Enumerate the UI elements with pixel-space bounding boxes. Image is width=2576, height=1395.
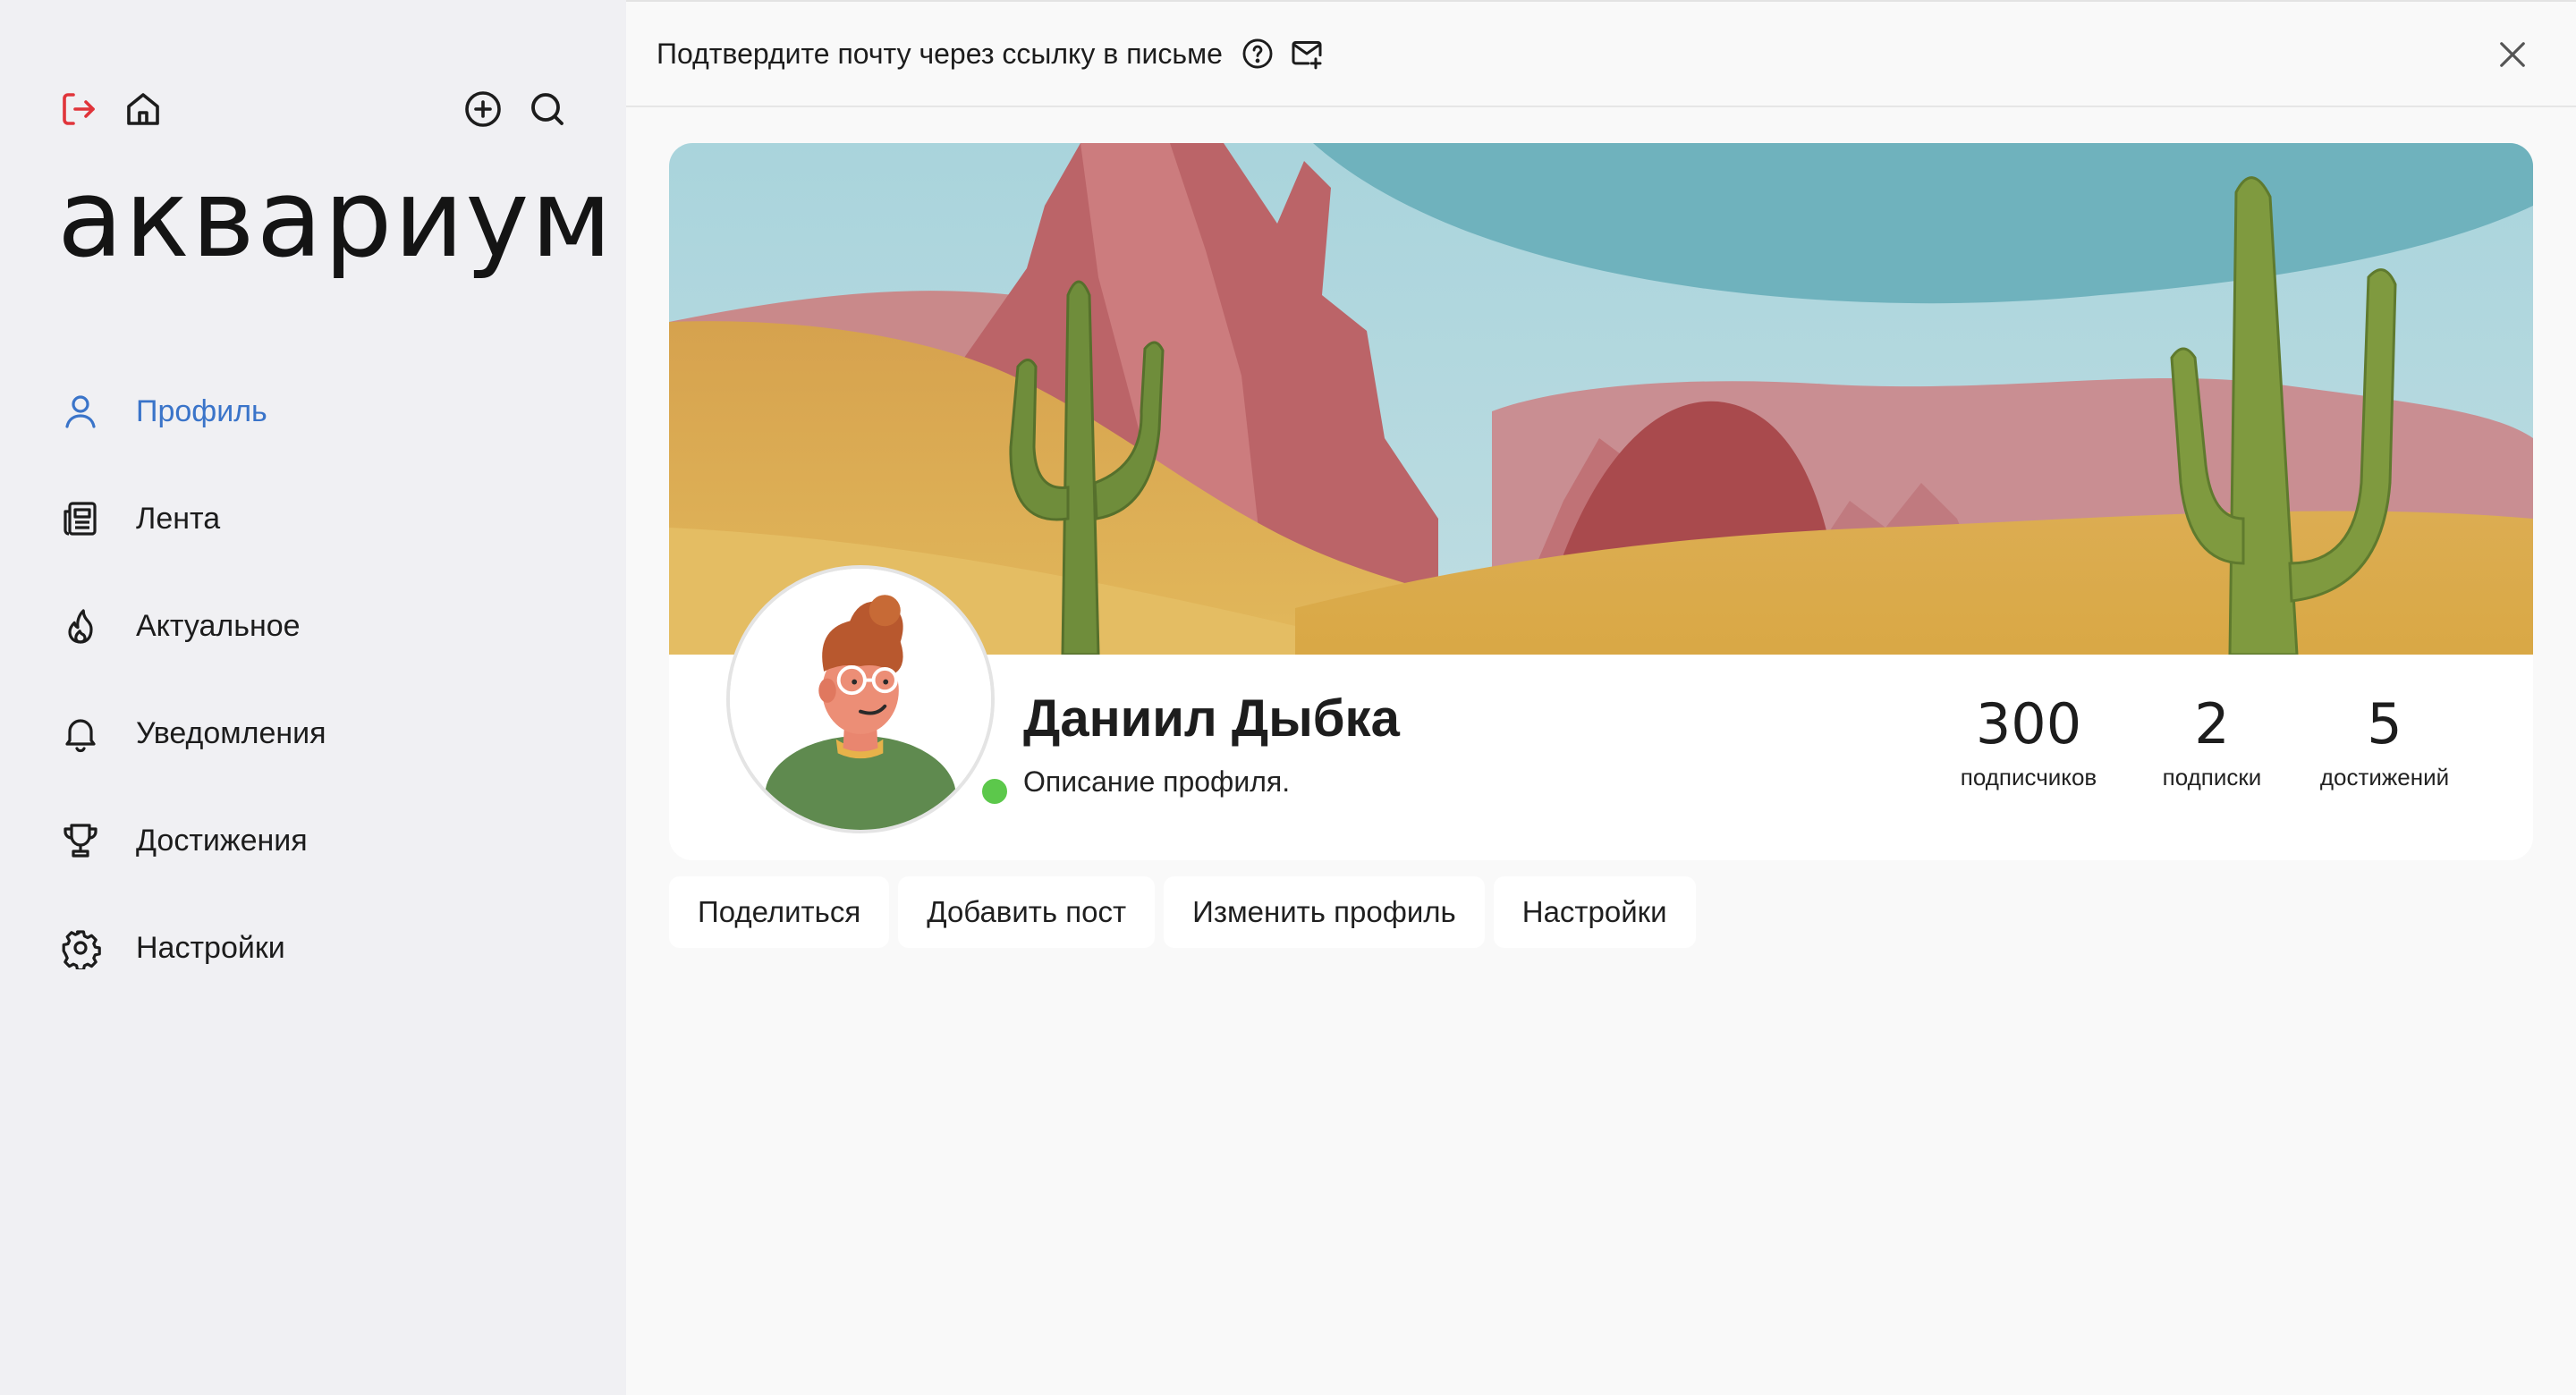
avatar[interactable] [726,565,995,833]
online-status-indicator [975,772,1014,811]
add-post-button[interactable]: Добавить пост [898,876,1156,948]
sidebar-toolbar [0,86,626,136]
search-icon[interactable] [524,86,571,132]
home-icon[interactable] [120,86,166,132]
profile-cover-image [669,143,2533,655]
banner-text: Подтвердите почту через ссылку в письме [657,37,1223,70]
edit-profile-button[interactable]: Изменить профиль [1164,876,1485,948]
sidebar-item-label: Актуальное [136,608,301,643]
email-confirm-banner: Подтвердите почту через ссылку в письме [626,0,2576,107]
plus-circle-icon[interactable] [460,86,506,132]
followers-stat[interactable]: 300 подписчиков [1939,690,2118,791]
sidebar-nav: Профиль Лента Актуальное Уведомления Дос… [59,358,326,1002]
profile-actions: Поделиться Добавить пост Изменить профил… [669,876,1696,948]
gear-icon [62,930,101,969]
main-content: Подтвердите почту через ссылку в письме [626,0,2576,1395]
user-icon [65,395,96,428]
sidebar-item-achievements[interactable]: Достижения [59,787,326,894]
logout-icon[interactable] [55,86,102,132]
sidebar-item-settings[interactable]: Настройки [59,894,326,1002]
subscriptions-label: подписки [2162,764,2262,790]
sidebar: аквариум Профиль Лента Актуальное Уведом… [0,0,626,1395]
sidebar-item-label: Достижения [136,823,308,858]
profile-card: Даниил Дыбка Описание профиля. 300 подпи… [669,143,2533,860]
subscriptions-count: 2 [2194,691,2230,757]
mail-icon[interactable] [1289,36,1325,72]
sidebar-item-label: Уведомления [136,715,326,750]
followers-label: подписчиков [1960,764,2097,790]
settings-button[interactable]: Настройки [1493,876,1696,948]
bell-icon [65,719,96,753]
followers-count: 300 [1975,691,2082,757]
sidebar-item-trending[interactable]: Актуальное [59,572,326,680]
sidebar-item-label: Настройки [136,930,285,965]
achievements-label: достижений [2319,764,2450,790]
app-logo[interactable]: аквариум [57,157,614,283]
profile-description: Описание профиля. [1023,765,1291,798]
sidebar-item-profile[interactable]: Профиль [59,358,326,465]
achievements-stat[interactable]: 5 достижений [2304,690,2465,791]
subscriptions-stat[interactable]: 2 подписки [2136,690,2288,791]
profile-name: Даниил Дыбка [1023,689,1400,748]
sidebar-item-feed[interactable]: Лента [59,465,326,572]
share-button[interactable]: Поделиться [669,876,890,948]
achievements-count: 5 [2367,691,2402,757]
trophy-icon [64,824,97,858]
flame-icon [68,609,93,644]
sidebar-item-label: Профиль [136,393,267,428]
sidebar-item-notifications[interactable]: Уведомления [59,680,326,787]
help-icon[interactable] [1241,37,1275,71]
close-icon[interactable] [2494,36,2531,73]
sidebar-item-label: Лента [136,501,221,536]
newspaper-icon [64,502,97,536]
